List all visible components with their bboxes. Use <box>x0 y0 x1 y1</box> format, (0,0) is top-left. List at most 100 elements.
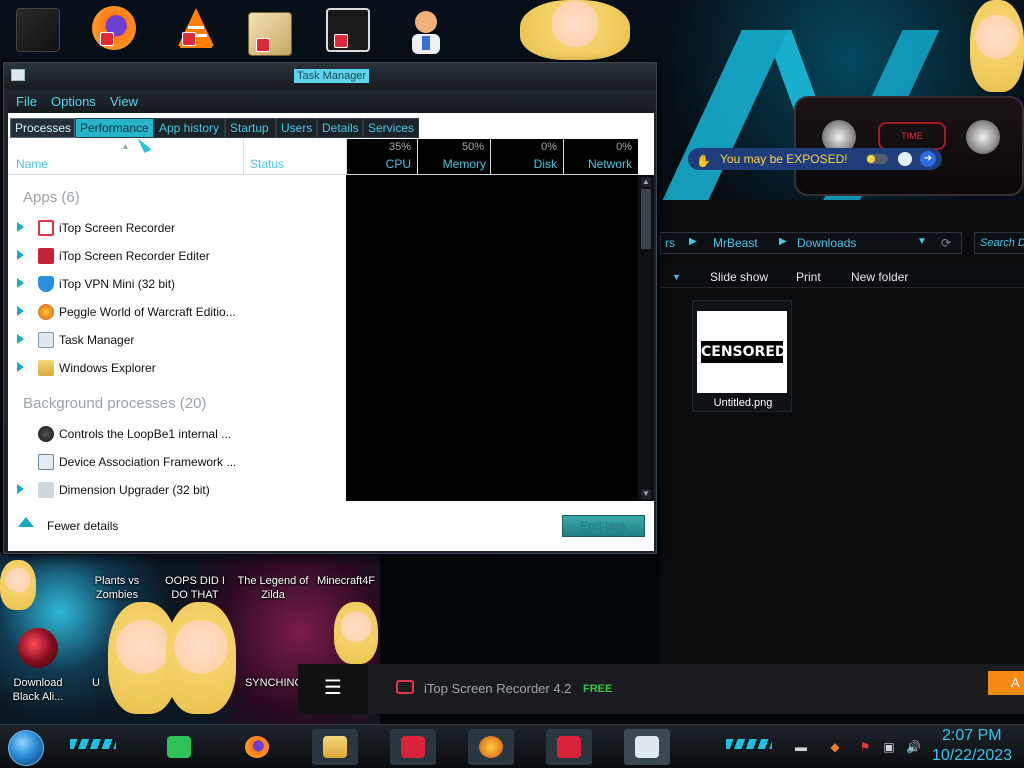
upgrader-icon <box>38 482 54 498</box>
tool-icon <box>16 8 60 52</box>
column-cpu[interactable]: 35% CPU <box>347 139 417 175</box>
device-framework-icon <box>38 454 54 470</box>
taskbar-notes[interactable] <box>156 729 202 765</box>
black-alien-icon[interactable] <box>18 628 58 668</box>
column-memory[interactable]: 50% Memory <box>418 139 490 175</box>
arrow-up-icon[interactable] <box>18 517 34 527</box>
desktop-icon-label[interactable]: Plants vs Zombies <box>88 574 146 602</box>
taskbar-peggle[interactable] <box>468 729 514 765</box>
taskbar-itop-editor[interactable] <box>546 729 592 765</box>
menu-options[interactable]: Options <box>51 95 96 109</box>
itop-title: iTop Screen Recorder 4.2 <box>424 681 572 696</box>
desktop-icon-label[interactable]: OOPS DID I DO THAT <box>158 574 232 602</box>
process-list: ▲ Name Status 35% CPU 50% Memory 0% Disk… <box>8 139 654 501</box>
scroll-down-icon[interactable]: ▼ <box>641 489 651 499</box>
task-manager-icon <box>635 736 659 758</box>
chevron-down-icon[interactable]: ▼ <box>917 236 927 247</box>
tab-app-history[interactable]: App history <box>154 118 225 138</box>
action-center-icon[interactable]: ⚑ <box>858 740 872 754</box>
upgrade-button[interactable]: A <box>988 671 1024 695</box>
expand-arrow-icon[interactable] <box>17 222 24 232</box>
process-row[interactable]: Windows Explorer <box>8 355 346 381</box>
wallpaper-character <box>166 602 236 714</box>
column-status[interactable]: Status <box>244 139 346 175</box>
recorder-badge-icon <box>182 32 196 46</box>
column-disk[interactable]: 0% Disk <box>491 139 563 175</box>
desktop-icon-maze[interactable] <box>326 8 374 56</box>
tab-users[interactable]: Users <box>276 118 317 138</box>
expand-arrow-icon[interactable] <box>17 484 24 494</box>
desktop-icon-firefox[interactable] <box>92 6 140 54</box>
address-bar[interactable]: rs ▶ MrBeast ▶ Downloads ▼ ⟳ <box>660 232 962 254</box>
notes-icon <box>167 736 191 758</box>
expand-arrow-icon[interactable] <box>17 334 24 344</box>
refresh-icon[interactable]: ⟳ <box>941 236 951 250</box>
desktop-icon-doctor[interactable] <box>404 8 452 56</box>
desktop-icon-label[interactable]: The Legend of Zilda <box>234 574 312 602</box>
process-row[interactable]: Device Association Framework ... <box>8 449 346 475</box>
process-row[interactable]: Dimension Upgrader (32 bit) <box>8 477 346 501</box>
process-row[interactable]: iTop Screen Recorder <box>8 215 346 241</box>
desktop-icon-hxd[interactable] <box>248 12 296 60</box>
breadcrumb-separator-icon: ▶ <box>779 236 787 247</box>
breadcrumb-item[interactable]: MrBeast <box>713 236 758 250</box>
taskbar-task-manager[interactable] <box>624 729 670 765</box>
clock-time[interactable]: 2:07 PM <box>942 727 1002 745</box>
expand-arrow-icon[interactable] <box>17 278 24 288</box>
censored-label: CENSORED <box>701 341 787 363</box>
column-name[interactable]: ▲ Name <box>8 139 243 175</box>
tray-overflow-icon[interactable]: ▬ <box>794 740 808 754</box>
desktop-icon-label[interactable]: U <box>86 676 106 690</box>
tab-details[interactable]: Details <box>317 118 363 138</box>
desktop-icon-vlc[interactable] <box>174 6 222 54</box>
tab-processes[interactable]: Processes <box>10 118 75 138</box>
breadcrumb-item[interactable]: rs <box>665 236 675 250</box>
menu-bar: File Options View <box>8 91 654 113</box>
vertical-scrollbar[interactable]: ▲ ▼ <box>638 175 654 501</box>
peggle-icon <box>38 304 54 320</box>
menu-file[interactable]: File <box>16 95 37 109</box>
process-row[interactable]: Controls the LoopBe1 internal ... <box>8 421 346 447</box>
desktop-icon-label[interactable]: Minecraft4F <box>314 574 378 588</box>
desktop-icon-tool[interactable] <box>16 8 64 56</box>
end-task-button[interactable]: End task <box>562 515 645 537</box>
scroll-thumb[interactable] <box>641 189 651 249</box>
column-network[interactable]: 0% Network <box>564 139 638 175</box>
print-button[interactable]: Print <box>796 270 821 284</box>
vpn-toggle[interactable] <box>866 154 888 164</box>
file-tile[interactable]: CENSORED Untitled.png <box>692 300 792 412</box>
process-row[interactable]: iTop VPN Mini (32 bit) <box>8 271 346 297</box>
desktop-icon-label[interactable]: SYNCHING <box>244 676 304 690</box>
taskbar-firefox[interactable] <box>234 729 280 765</box>
network-icon[interactable]: ▣ <box>882 740 896 754</box>
vpn-warning-banner[interactable]: ✋ You may be EXPOSED! ➜ <box>688 148 942 170</box>
taskbar-explorer[interactable] <box>312 729 358 765</box>
alien-timer-frame: TIME <box>878 122 946 150</box>
arrow-right-icon[interactable]: ➜ <box>920 151 936 167</box>
search-input[interactable]: Search D <box>974 232 1024 254</box>
process-name: iTop Screen Recorder <box>59 221 176 235</box>
clock-date[interactable]: 10/22/2023 <box>932 747 1012 765</box>
scroll-up-icon[interactable]: ▲ <box>641 177 651 187</box>
title-bar[interactable]: Task Manager <box>4 63 656 89</box>
fewer-details-link[interactable]: Fewer details <box>47 519 118 533</box>
new-folder-button[interactable]: New folder <box>851 270 908 284</box>
process-row[interactable]: iTop Screen Recorder Editer <box>8 243 346 269</box>
process-row[interactable]: Task Manager <box>8 327 346 353</box>
tab-startup[interactable]: Startup <box>225 118 276 138</box>
start-button[interactable] <box>8 730 44 766</box>
menu-view[interactable]: View <box>110 95 138 109</box>
expand-arrow-icon[interactable] <box>17 306 24 316</box>
expand-arrow-icon[interactable] <box>17 362 24 372</box>
process-row[interactable]: Peggle World of Warcraft Editio... <box>8 299 346 325</box>
breadcrumb-item[interactable]: Downloads <box>797 236 856 250</box>
expand-arrow-icon[interactable] <box>17 250 24 260</box>
chevron-down-icon[interactable]: ▼ <box>672 272 681 282</box>
tray-app-icon[interactable]: ◆ <box>828 740 842 754</box>
taskbar-itop-recorder[interactable] <box>390 729 436 765</box>
desktop-icon-label[interactable]: Download Black Ali... <box>4 676 72 704</box>
slide-show-button[interactable]: Slide show <box>710 270 768 284</box>
volume-icon[interactable]: 🔊 <box>906 740 921 754</box>
tab-services[interactable]: Services <box>363 118 419 138</box>
hamburger-menu-icon[interactable]: ☰ <box>298 664 368 714</box>
